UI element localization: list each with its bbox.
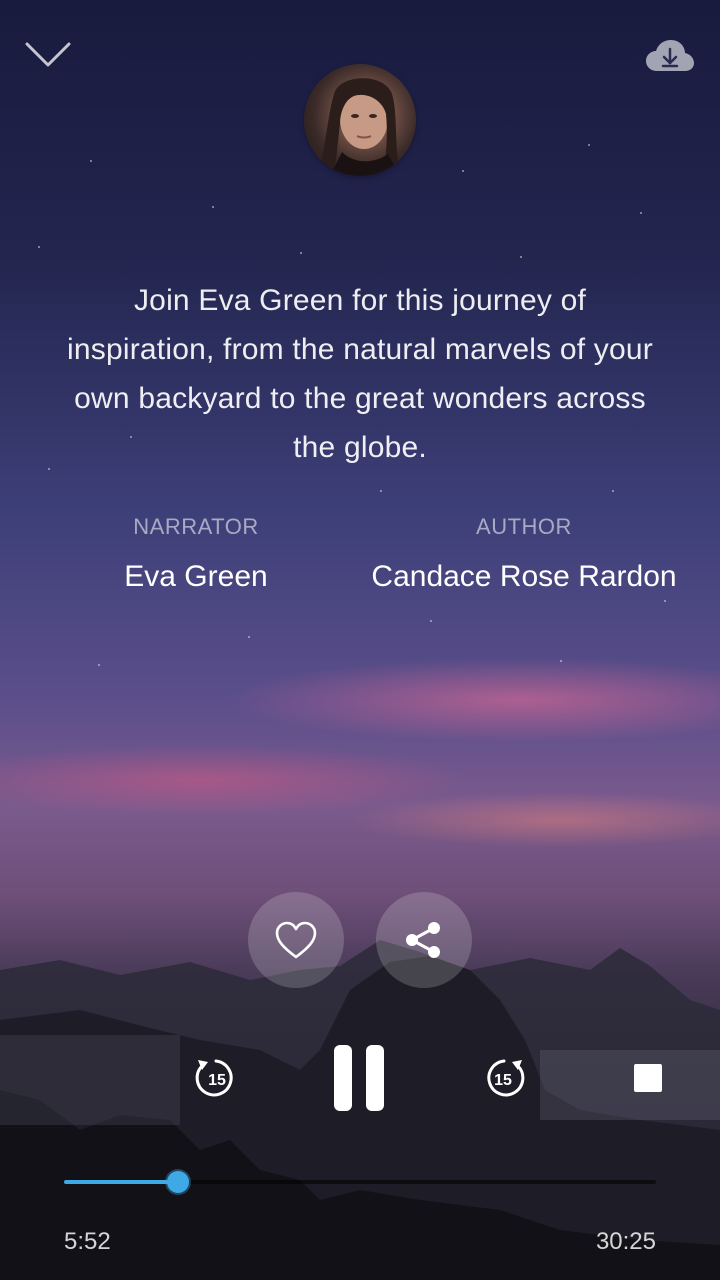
heart-icon (275, 921, 317, 959)
stop-button[interactable] (628, 1058, 668, 1098)
pause-button[interactable] (326, 1040, 392, 1116)
cloud-download-icon (646, 40, 694, 71)
forward-button[interactable]: 15 (478, 1052, 530, 1104)
narrator-avatar (304, 64, 416, 176)
share-icon (406, 922, 440, 958)
rewind-seconds: 15 (208, 1072, 226, 1089)
share-button[interactable] (376, 892, 472, 988)
total-time: 30:25 (595, 1228, 656, 1255)
pause-icon (334, 1045, 384, 1111)
forward-seconds: 15 (494, 1072, 512, 1089)
elapsed-time: 5:52 (64, 1228, 111, 1255)
forward-15-icon: 15 (487, 1059, 525, 1097)
like-button[interactable] (248, 892, 344, 988)
chevron-down-icon (25, 42, 71, 67)
progress-fill (64, 1180, 179, 1184)
rewind-button[interactable]: 15 (190, 1052, 242, 1104)
collapse-button[interactable] (22, 38, 74, 72)
rewind-15-icon: 15 (195, 1059, 233, 1097)
progress-slider[interactable] (64, 1171, 656, 1193)
download-button[interactable] (642, 36, 698, 76)
author-name[interactable]: Candace Rose Rardon (354, 560, 694, 594)
narrator-name[interactable]: Eva Green (76, 560, 316, 594)
story-description: Join Eva Green for this journey of inspi… (67, 284, 653, 464)
stop-icon (634, 1064, 662, 1092)
author-label: AUTHOR (476, 514, 572, 539)
narrator-label: NARRATOR (133, 514, 259, 539)
